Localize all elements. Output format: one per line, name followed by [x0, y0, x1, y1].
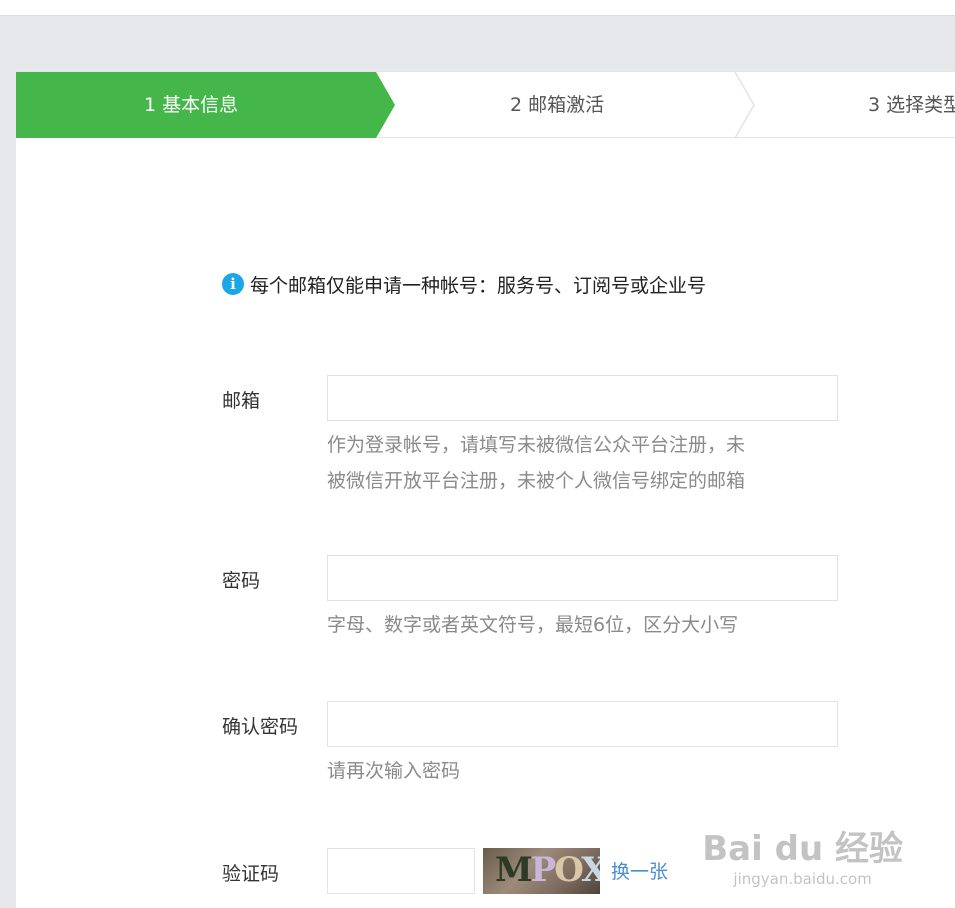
email-tip: 作为登录帐号，请填写未被微信公众平台注册，未 被微信开放平台注册，未被个人微信号…: [327, 427, 807, 499]
step-email-activation: 2 邮箱激活: [396, 72, 756, 138]
captcha-image[interactable]: MPOX: [483, 848, 600, 894]
step-label: 2 邮箱激活: [510, 94, 605, 116]
email-tip-line1: 作为登录帐号，请填写未被微信公众平台注册，未: [327, 434, 746, 456]
info-icon: i: [222, 273, 244, 295]
captcha-input[interactable]: [327, 848, 475, 894]
step-select-type: 3 选择类型: [756, 72, 955, 138]
watermark: Bai du 经验 jingyan.baidu.com: [702, 821, 903, 888]
watermark-sub: jingyan.baidu.com: [733, 870, 872, 888]
refresh-captcha-link[interactable]: 换一张: [611, 857, 668, 884]
step-basic-info: 1 基本信息: [16, 72, 396, 138]
captcha-label: 验证码: [222, 863, 280, 885]
registration-panel: 1 基本信息 2 邮箱激活 3 选择类型 i 每个邮箱仅能申请一种帐号：服务号、…: [16, 71, 955, 908]
password-input[interactable]: [327, 555, 838, 601]
confirm-password-input[interactable]: [327, 701, 838, 747]
email-input[interactable]: [327, 375, 838, 421]
notice: i 每个邮箱仅能申请一种帐号：服务号、订阅号或企业号: [222, 271, 706, 297]
top-bar: [0, 0, 955, 16]
step-label: 3 选择类型: [868, 94, 955, 116]
confirm-password-label: 确认密码: [222, 716, 299, 738]
email-tip-line2: 被微信开放平台注册，未被个人微信号绑定的邮箱: [327, 470, 746, 492]
watermark-main: Bai du 经验: [702, 829, 903, 869]
notice-text: 每个邮箱仅能申请一种帐号：服务号、订阅号或企业号: [250, 274, 707, 297]
password-label: 密码: [222, 570, 261, 592]
step-label: 1 基本信息: [144, 94, 239, 116]
email-label: 邮箱: [222, 390, 261, 412]
captcha-image-text: MPOX: [495, 850, 600, 890]
password-tip: 字母、数字或者英文符号，最短6位，区分大小写: [327, 614, 739, 636]
confirm-password-tip: 请再次输入密码: [327, 760, 461, 782]
step-indicator: 1 基本信息 2 邮箱激活 3 选择类型: [16, 71, 955, 138]
